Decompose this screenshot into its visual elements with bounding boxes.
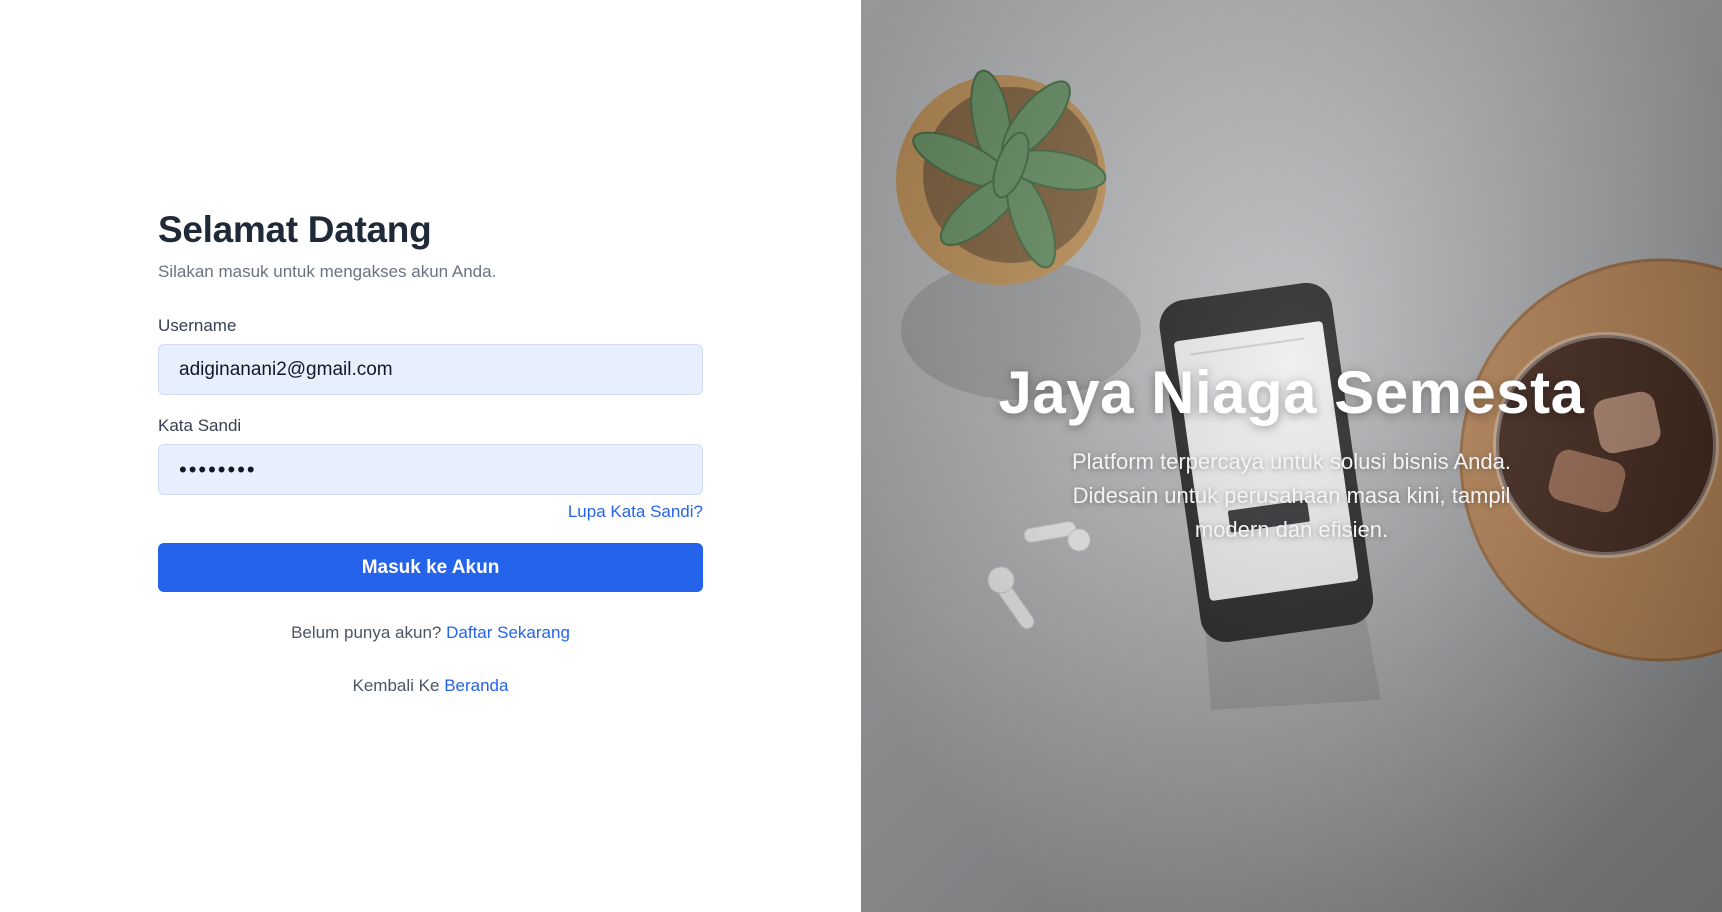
login-page: Selamat Datang Silakan masuk untuk menga… bbox=[0, 0, 1722, 912]
page-title: Selamat Datang bbox=[158, 209, 432, 250]
page-subtitle: Silakan masuk untuk mengakses akun Anda. bbox=[158, 262, 497, 282]
username-label: Username bbox=[158, 316, 237, 336]
password-input[interactable] bbox=[158, 444, 703, 496]
back-row: Kembali Ke Beranda bbox=[158, 676, 703, 696]
forgot-password-link[interactable]: Lupa Kata Sandi? bbox=[568, 502, 703, 521]
register-row: Belum punya akun? Daftar Sekarang bbox=[158, 623, 703, 643]
forgot-row: Lupa Kata Sandi? bbox=[158, 502, 703, 522]
register-link[interactable]: Daftar Sekarang bbox=[446, 623, 570, 642]
hero-content: Jaya Niaga Semesta Platform terpercaya u… bbox=[861, 358, 1722, 547]
hero-title: Jaya Niaga Semesta bbox=[998, 359, 1585, 426]
hero-description: Platform terpercaya untuk solusi bisnis … bbox=[1071, 449, 1511, 542]
home-link[interactable]: Beranda bbox=[444, 676, 508, 695]
login-panel: Selamat Datang Silakan masuk untuk menga… bbox=[0, 0, 861, 912]
username-input[interactable] bbox=[158, 344, 703, 396]
register-prompt: Belum punya akun? bbox=[291, 623, 442, 643]
hero-panel: Jaya Niaga Semesta Platform terpercaya u… bbox=[861, 0, 1722, 912]
login-form: Selamat Datang Silakan masuk untuk menga… bbox=[158, 208, 703, 696]
password-label: Kata Sandi bbox=[158, 416, 242, 436]
login-button[interactable]: Masuk ke Akun bbox=[158, 543, 703, 593]
back-prompt: Kembali Ke bbox=[352, 676, 440, 696]
